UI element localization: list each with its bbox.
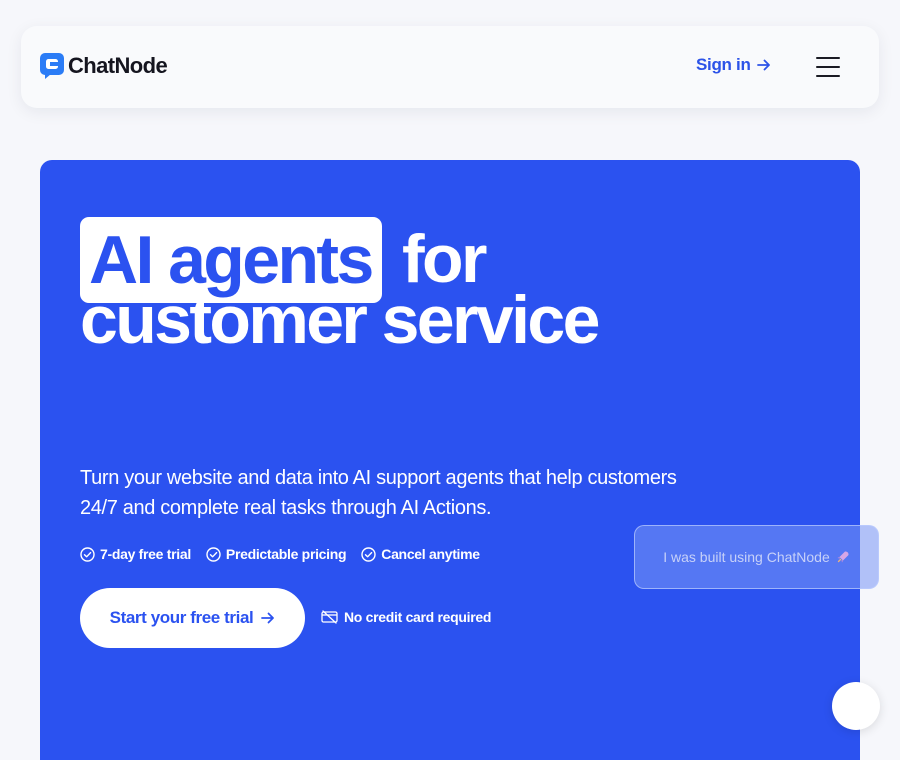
cta-label: Start your free trial xyxy=(109,608,254,627)
arrow-right-icon xyxy=(756,59,770,71)
check-circle-icon xyxy=(361,546,376,562)
feature-item: 7-day free trial xyxy=(80,546,191,562)
brand-logo[interactable]: ChatNode xyxy=(40,53,168,79)
hero-headline: AI agents for customer service xyxy=(80,216,600,358)
chat-bubble-logo-icon xyxy=(40,53,64,79)
built-with-chatnode-badge[interactable]: I was built using ChatNode xyxy=(634,525,879,589)
sign-in-label: Sign in xyxy=(696,55,751,74)
chat-launcher-button[interactable] xyxy=(832,682,880,730)
hero-subheading: Turn your website and data into AI suppo… xyxy=(80,467,677,519)
feature-label: 7-day free trial xyxy=(100,546,191,562)
rocket-icon xyxy=(837,551,849,563)
arrow-right-icon xyxy=(261,612,275,624)
hamburger-menu-icon[interactable] xyxy=(814,55,842,79)
feature-item: Cancel anytime xyxy=(361,546,480,562)
built-with-label: I was built using ChatNode xyxy=(663,549,830,565)
headline-line-2: customer service xyxy=(80,282,600,358)
feature-label: Predictable pricing xyxy=(225,546,347,562)
check-circle-icon xyxy=(206,546,221,562)
feature-item: Predictable pricing xyxy=(206,546,347,562)
no-credit-card-note: No credit card required xyxy=(321,609,491,625)
sign-in-link[interactable]: Sign in xyxy=(696,55,771,75)
no-credit-card-label: No credit card required xyxy=(344,609,492,625)
hero-section: AI agents for customer service Turn your… xyxy=(40,160,860,760)
top-navbar: ChatNode Sign in xyxy=(21,26,879,108)
check-circle-icon xyxy=(80,546,95,562)
credit-card-off-icon xyxy=(321,610,338,624)
start-free-trial-button[interactable]: Start your free trial xyxy=(80,588,305,648)
brand-name: ChatNode xyxy=(68,53,168,78)
feature-label: Cancel anytime xyxy=(381,546,480,562)
feature-list: 7-day free trial Predictable pricing Can… xyxy=(80,546,480,562)
